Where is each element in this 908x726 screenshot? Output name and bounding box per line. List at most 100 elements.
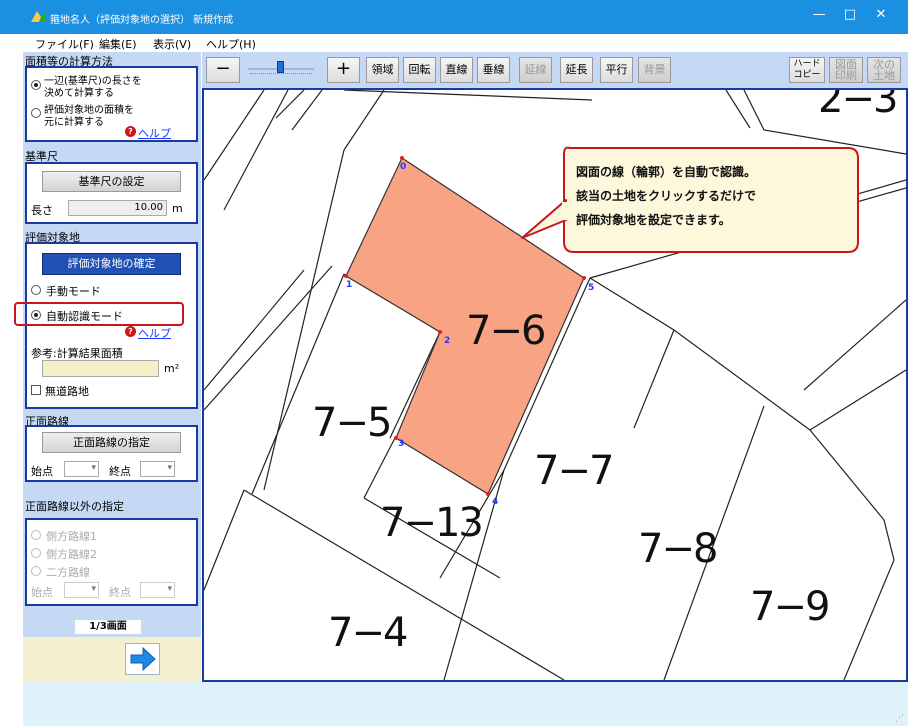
vertex-label-2: 2 — [444, 336, 450, 346]
other-frontage-title: 正面路線以外の指定 — [25, 500, 124, 513]
area-unit: m² — [164, 362, 180, 375]
tool-extend-line-button[interactable]: 延線 — [519, 57, 552, 83]
close-button[interactable]: ✕ — [866, 7, 896, 22]
tool-parallel-button[interactable]: 平行 — [600, 57, 633, 83]
length-input[interactable]: 10.00 — [68, 200, 167, 216]
calc-option1-label-2: 決めて計算する — [44, 88, 114, 99]
auto-mode-highlight — [14, 302, 184, 326]
side-road2-label: 側方路線2 — [46, 548, 97, 561]
other-start-select[interactable]: ▾ — [64, 582, 99, 598]
frontage-end-select[interactable]: ▾ — [140, 461, 175, 477]
frontage-start-select[interactable]: ▾ — [64, 461, 99, 477]
frontage-end-label: 終点 — [109, 465, 131, 478]
callout-line-3: 評価対象地を設定できます。 — [576, 212, 731, 227]
vertex-label-1: 1 — [346, 280, 352, 290]
calc-help-link[interactable]: ヘルプ — [138, 125, 171, 141]
lot-label-7-4: 7−4 — [328, 610, 407, 656]
manual-mode-radio[interactable] — [31, 285, 41, 295]
calc-option2-radio[interactable] — [31, 108, 41, 118]
length-unit: m — [172, 202, 183, 215]
side-road2-radio[interactable] — [31, 548, 41, 558]
title-bar: 箍地名人（評価対象地の選択） 新規作成 — □ ✕ — [0, 0, 908, 34]
two-road-radio[interactable] — [31, 566, 41, 576]
length-label: 長さ — [31, 204, 53, 217]
tool-perpendicular-button[interactable]: 垂線 — [477, 57, 510, 83]
frontage-start-label: 始点 — [31, 465, 53, 478]
zoom-slider[interactable] — [246, 59, 318, 81]
toolbar: − + 領域 回転 直線 垂線 延線 延長 平行 背景 ハード コピー 図面 印… — [202, 52, 908, 88]
chevron-down-icon: ▾ — [91, 463, 96, 473]
side-road1-radio[interactable] — [31, 530, 41, 540]
tool-extension-button[interactable]: 延長 — [560, 57, 593, 83]
no-road-label: 無道路地 — [45, 385, 89, 398]
tool-line-button[interactable]: 直線 — [440, 57, 473, 83]
zoom-slider-thumb[interactable] — [277, 61, 284, 73]
tool-area-button[interactable]: 領域 — [366, 57, 399, 83]
calc-option2-label-2: 元に計算する — [44, 117, 104, 128]
minimize-button[interactable]: — — [804, 7, 834, 22]
nav-footer — [23, 637, 201, 682]
scale-box: 基準尺の設定 長さ 10.00 m — [25, 162, 198, 224]
other-end-select[interactable]: ▾ — [140, 582, 175, 598]
chevron-down-icon: ▾ — [167, 584, 172, 594]
frontage-box: 正面路線の指定 始点 ▾ 終点 ▾ — [25, 425, 198, 482]
lot-label-7-7: 7−7 — [534, 448, 612, 494]
zoom-out-button[interactable]: − — [206, 57, 240, 83]
status-bar: ⋰ — [23, 682, 908, 726]
menu-file[interactable]: ファイル(F) — [35, 36, 94, 52]
print-label-2: 印刷 — [835, 69, 857, 82]
manual-mode-label: 手動モード — [46, 285, 101, 298]
resize-grip-icon[interactable]: ⋰ — [895, 714, 904, 724]
next-page-button[interactable] — [125, 643, 160, 675]
help-icon: ? — [125, 126, 136, 137]
lot-label-7-13: 7−13 — [380, 500, 482, 546]
map-canvas[interactable]: 0 1 2 3 4 5 7−6 7−5 7−7 7−13 7−8 7−9 7−4… — [202, 88, 908, 682]
other-frontage-box: 側方路線1 側方路線2 二方路線 始点 ▾ 終点 ▾ — [25, 518, 198, 606]
arrow-right-icon — [130, 646, 156, 672]
menu-help[interactable]: ヘルプ(H) — [206, 36, 256, 52]
other-start-label: 始点 — [31, 586, 53, 599]
page-indicator: 1/3画面 — [75, 620, 141, 634]
menu-view[interactable]: 表示(V) — [153, 36, 191, 52]
side-road1-label: 側方路線1 — [46, 530, 97, 543]
zoom-in-button[interactable]: + — [327, 57, 360, 83]
lot-label-7-9: 7−9 — [750, 584, 828, 630]
tool-background-button[interactable]: 背景 — [638, 57, 671, 83]
left-panel: 面積等の計算方法 一辺(基準尺)の長さを 決めて計算する 評価対象地の面積を 元… — [23, 52, 201, 682]
menu-edit[interactable]: 編集(E) — [99, 36, 137, 52]
next-land-label-2: 土地 — [873, 69, 895, 82]
menu-bar: ファイル(F) 編集(E) 表示(V) ヘルプ(H) — [0, 34, 908, 52]
parcel-map: 0 1 2 3 4 5 7−6 7−5 7−7 7−13 7−8 7−9 7−4… — [204, 90, 906, 680]
lot-label-2-3: 2−3 — [818, 90, 896, 122]
chevron-down-icon: ▾ — [91, 584, 96, 594]
other-end-label: 終点 — [109, 586, 131, 599]
callout-line-1: 図面の線（輪郭）を自動で認識。 — [576, 164, 756, 179]
lot-label-7-6: 7−6 — [466, 308, 544, 354]
target-help-link[interactable]: ヘルプ — [138, 325, 171, 341]
confirm-target-button[interactable]: 評価対象地の確定 — [42, 253, 181, 275]
help-icon: ? — [125, 326, 136, 337]
vertex-label-5: 5 — [588, 283, 594, 293]
next-land-button[interactable]: 次の 土地 — [867, 57, 901, 83]
maximize-button[interactable]: □ — [835, 7, 865, 22]
lot-label-7-8: 7−8 — [638, 526, 716, 572]
print-drawing-button[interactable]: 図面 印刷 — [829, 57, 863, 83]
area-result-field — [42, 360, 159, 377]
area-label: 参考:計算結果面積 — [31, 347, 123, 360]
window-title: 箍地名人（評価対象地の選択） 新規作成 — [50, 15, 234, 26]
vertex-label-4: 4 — [492, 497, 498, 507]
chevron-down-icon: ▾ — [167, 463, 172, 473]
scale-setting-button[interactable]: 基準尺の設定 — [42, 171, 181, 192]
hard-copy-button[interactable]: ハード コピー — [789, 57, 825, 83]
calc-option1-radio[interactable] — [31, 80, 41, 90]
lot-label-7-5: 7−5 — [312, 400, 390, 446]
vertex-label-0: 0 — [400, 162, 406, 172]
hard-copy-label-2: コピー — [793, 70, 821, 80]
hard-copy-label-1: ハード — [793, 59, 821, 69]
frontage-button[interactable]: 正面路線の指定 — [42, 432, 181, 453]
vertex-label-3: 3 — [398, 439, 404, 449]
no-road-checkbox[interactable] — [31, 385, 41, 395]
tool-rotate-button[interactable]: 回転 — [403, 57, 436, 83]
app-icon — [31, 11, 45, 22]
callout-line-2: 該当の土地をクリックするだけで — [576, 188, 756, 203]
